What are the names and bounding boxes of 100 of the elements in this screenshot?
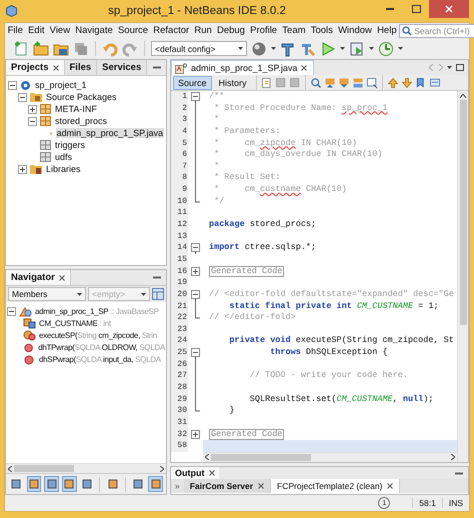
globe-icon[interactable]	[251, 40, 267, 56]
collapse-toggle[interactable]	[191, 242, 200, 254]
close-icon[interactable]	[52, 64, 58, 70]
collapse-toggle[interactable]	[191, 288, 200, 301]
menu-item[interactable]: View	[47, 25, 73, 36]
debug-icon[interactable]	[349, 40, 365, 56]
hammer-icon[interactable]	[280, 40, 296, 56]
scrollbar[interactable]	[457, 91, 468, 462]
tree-item[interactable]: admin_sp_proc_1_SP.java	[56, 128, 164, 138]
panel-tab[interactable]: Files	[64, 60, 98, 75]
collapse-toggle[interactable]	[8, 80, 17, 90]
view-tab[interactable]: History	[214, 76, 252, 90]
profile-icon[interactable]	[378, 40, 394, 56]
member-item[interactable]: dhSPwrap(SQLDA input_da, SQLDA	[39, 354, 161, 364]
tab-list-icon[interactable]	[447, 66, 452, 69]
caret-icon[interactable]	[238, 47, 243, 50]
tree-item[interactable]: Libraries	[45, 164, 82, 174]
tree-item[interactable]: META-INF	[54, 104, 98, 114]
scrollbar[interactable]	[6, 463, 166, 473]
scroll-up-icon[interactable]	[460, 94, 466, 98]
collapse-toggle[interactable]	[28, 116, 37, 126]
menu-item[interactable]: Tools	[308, 25, 336, 36]
expand-toggle[interactable]	[191, 266, 200, 278]
menu-item[interactable]: Run	[192, 25, 214, 36]
comment-icon[interactable]	[428, 76, 441, 88]
view-tab[interactable]: Source	[173, 76, 212, 90]
filter-button[interactable]	[44, 476, 59, 492]
search-field[interactable]: Search (Ctrl+I)	[399, 24, 474, 38]
caret-icon[interactable]	[398, 47, 403, 50]
console-tab[interactable]: FairCom Server	[184, 479, 272, 493]
filter-button[interactable]	[148, 476, 164, 492]
close-icon[interactable]	[258, 483, 264, 489]
caret-icon[interactable]	[340, 47, 345, 50]
tree-item[interactable]: triggers	[54, 140, 86, 150]
document-arrow-icon[interactable]	[324, 76, 336, 88]
minimize-icon[interactable]	[455, 472, 463, 474]
menu-item[interactable]: Edit	[26, 25, 48, 36]
console-tab[interactable]: FCProjectTemplate2 (clean)	[271, 479, 400, 493]
tree-item[interactable]: sp_project_1	[34, 80, 88, 90]
document-icon[interactable]	[260, 76, 273, 88]
member-item[interactable]: dhTPwrap(SQLDA OLDROW, SQLDA	[38, 342, 165, 352]
close-icon[interactable]	[58, 274, 65, 280]
maximize-icon[interactable]	[456, 64, 464, 71]
menu-item[interactable]: File	[5, 25, 26, 36]
close-button[interactable]	[429, 0, 469, 18]
caret-icon[interactable]	[271, 47, 276, 50]
collapse-toggle[interactable]	[7, 306, 16, 316]
menu-item[interactable]: Source	[115, 25, 151, 36]
arrow-up-icon[interactable]	[386, 76, 399, 88]
menu-item[interactable]: Team	[280, 25, 308, 36]
expand-toggle[interactable]	[28, 104, 37, 114]
menu-item[interactable]: Debug	[214, 25, 248, 36]
tree-item[interactable]: stored_procs	[54, 116, 108, 126]
arrow-down-icon[interactable]	[400, 76, 413, 88]
scroll-right-icon[interactable]	[451, 454, 455, 460]
folded-code-label[interactable]: Generated Code	[209, 428, 284, 441]
close-icon[interactable]	[387, 483, 394, 489]
config-dropdown[interactable]: <default config>	[151, 41, 247, 56]
close-icon[interactable]	[301, 65, 308, 71]
search-icon[interactable]	[310, 76, 322, 88]
menu-item[interactable]: Help	[374, 25, 400, 36]
overflow-tabs[interactable]: »	[171, 479, 184, 493]
expand-toggle[interactable]	[18, 164, 27, 174]
menu-item[interactable]: Navigate	[72, 25, 116, 36]
member-item[interactable]: admin_sp_proc_1_SP :: JavaBaseSP	[35, 306, 159, 316]
minimize-icon[interactable]	[153, 66, 161, 69]
new-file-icon[interactable]	[13, 40, 29, 56]
expand-toggle[interactable]	[191, 428, 200, 441]
folded-code-label[interactable]: Generated Code	[209, 266, 284, 278]
caret-icon[interactable]	[77, 292, 82, 296]
menu-item[interactable]: Refactor	[150, 25, 192, 36]
scroll-right-icon[interactable]	[160, 466, 164, 472]
collapse-toggle[interactable]	[18, 92, 27, 102]
scroll-left-icon[interactable]	[205, 454, 209, 460]
scroll-left-icon[interactable]	[8, 466, 12, 472]
members-dropdown[interactable]: Members	[8, 287, 86, 301]
caret-icon[interactable]	[141, 292, 146, 296]
layout-icon[interactable]	[152, 288, 164, 300]
menu-item[interactable]: Window	[335, 25, 374, 36]
editor-tab[interactable]: admin_sp_proc_1_SP.java	[171, 60, 314, 75]
output-window-tab[interactable]: Output	[171, 467, 218, 479]
tree-item[interactable]: Source Packages	[45, 92, 118, 102]
close-icon[interactable]	[208, 470, 214, 476]
filter-button[interactable]	[26, 476, 42, 492]
member-item[interactable]: executeSP(String cm_zipcode, Strin	[39, 330, 157, 340]
member-item[interactable]: CM_CUSTNAME : int	[39, 318, 111, 328]
tree-item[interactable]: udfs	[54, 152, 74, 162]
new-project-icon[interactable]	[33, 40, 49, 56]
panel-tab[interactable]: Services	[97, 60, 148, 75]
collapse-toggle[interactable]	[191, 91, 200, 103]
panel-tab[interactable]: Navigator	[6, 270, 71, 285]
panel-tab[interactable]: Projects	[6, 60, 64, 75]
scrollbar[interactable]	[203, 452, 457, 462]
minimize-icon[interactable]	[153, 276, 161, 279]
caret-icon[interactable]	[369, 47, 374, 50]
collapse-toggle[interactable]	[191, 347, 200, 360]
filter-button[interactable]	[62, 476, 77, 492]
selection-icon[interactable]	[366, 76, 378, 88]
menu-item[interactable]: Profile	[248, 25, 280, 36]
document-arrow-icon[interactable]	[338, 76, 350, 88]
